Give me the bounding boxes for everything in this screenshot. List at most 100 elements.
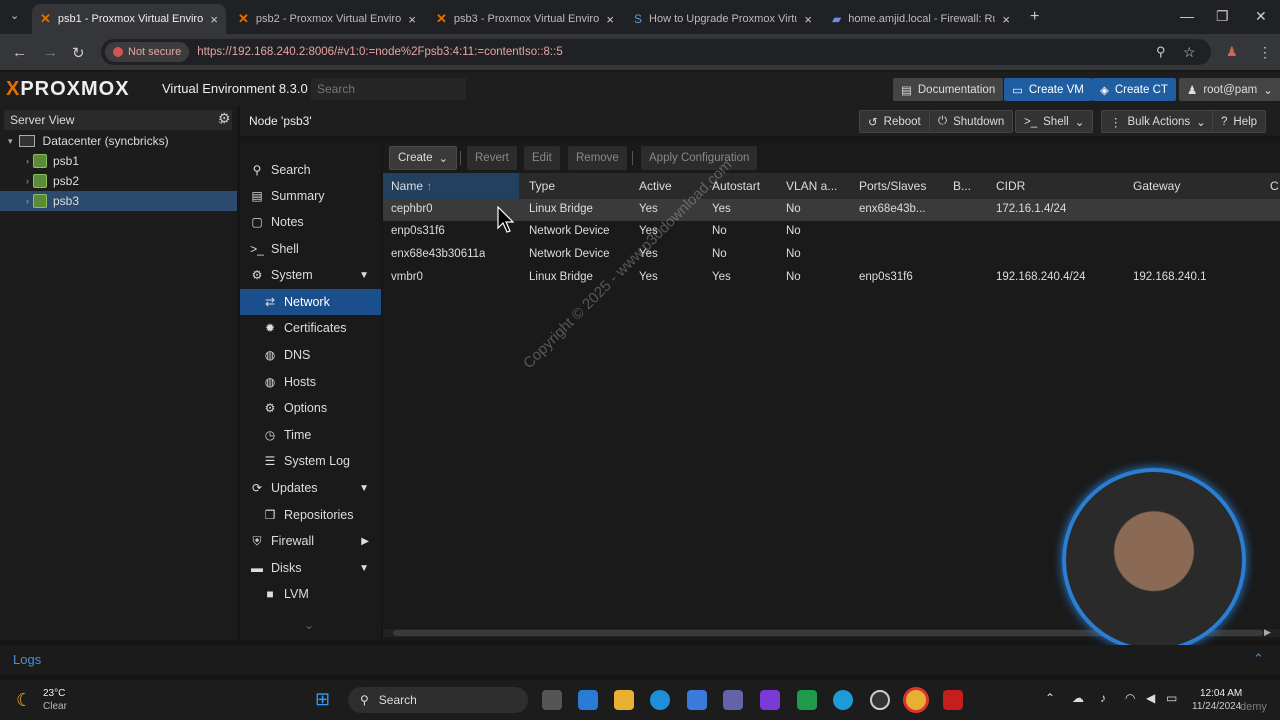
table-row[interactable]: enp0s31f6 Network Device Yes No No [383, 221, 1280, 243]
shell-button[interactable]: >_ Shell ⌄ [1015, 110, 1094, 133]
extension-icon[interactable]: ♟ [1226, 44, 1238, 60]
tree-node-psb1[interactable]: › psb1 [0, 151, 237, 171]
column-active[interactable]: Active [639, 179, 672, 193]
column-name[interactable]: Name ↑ [391, 179, 432, 193]
revert-button[interactable]: Revert [467, 146, 517, 170]
logs-panel[interactable]: Logs ⌃ [0, 645, 1280, 675]
reload-icon[interactable]: ↻ [72, 44, 85, 62]
server-view-select[interactable]: Server View ⌄ [4, 110, 232, 130]
store-icon[interactable] [687, 690, 707, 710]
column-vlan-aware[interactable]: VLAN a... [786, 179, 837, 193]
app-icon[interactable] [760, 690, 780, 710]
close-tab-icon[interactable]: × [606, 12, 614, 27]
acrobat-icon[interactable] [943, 690, 963, 710]
onedrive-icon[interactable]: ☁ [1072, 691, 1084, 705]
scroll-down-icon[interactable]: ⌄ [304, 618, 314, 632]
tray-chevron-icon[interactable]: ⌃ [1045, 691, 1055, 705]
edit-button[interactable]: Edit [524, 146, 560, 170]
browser-menu-icon[interactable]: ⋮ [1258, 44, 1272, 61]
scroll-right-icon[interactable]: ▶ [1264, 627, 1271, 638]
create-button[interactable]: Create ⌄ [389, 146, 458, 170]
browser-tab-2[interactable]: ✕ psb2 - Proxmox Virtual Environ × [230, 4, 424, 34]
browser-tab-4[interactable]: S How to Upgrade Proxmox Virtu × [626, 4, 820, 34]
expand-icon[interactable]: › [26, 196, 29, 206]
menu-item-network[interactable]: ⇄ Network [240, 289, 381, 315]
menu-item-hosts[interactable]: ◍ Hosts [240, 369, 381, 395]
not-secure-badge[interactable]: Not secure [105, 42, 190, 62]
copilot-icon[interactable] [578, 690, 598, 710]
close-tab-icon[interactable]: × [210, 12, 218, 27]
microphone-icon[interactable]: ♪ [1100, 691, 1106, 705]
column-gateway[interactable]: Gateway [1133, 179, 1180, 193]
menu-item-notes[interactable]: ▢ Notes [240, 209, 381, 235]
task-view-icon[interactable] [542, 690, 562, 710]
menu-item-system-log[interactable]: ☰ System Log [240, 448, 381, 474]
bulk-actions-button[interactable]: ⋮ Bulk Actions ⌄ [1101, 110, 1215, 133]
close-window-icon[interactable]: ✕ [1255, 8, 1267, 25]
excel-icon[interactable] [797, 690, 817, 710]
chatgpt-icon[interactable] [870, 690, 890, 710]
menu-item-time[interactable]: ◷ Time [240, 422, 381, 448]
reboot-button[interactable]: ↺ Reboot [859, 110, 930, 133]
battery-icon[interactable]: ▭ [1166, 691, 1177, 705]
close-tab-icon[interactable]: × [408, 12, 416, 27]
create-vm-button[interactable]: ▭ Create VM [1004, 78, 1092, 101]
wifi-icon[interactable]: ◠ [1125, 691, 1135, 705]
column-bond-mode[interactable]: B... [953, 179, 971, 193]
documentation-button[interactable]: ▤ Documentation [893, 78, 1004, 101]
restore-icon[interactable]: ❐ [1216, 8, 1229, 25]
tree-node-psb3[interactable]: › psb3 [0, 191, 237, 211]
new-tab-icon[interactable]: + [1030, 8, 1039, 26]
url-box[interactable]: Not secure https://192.168.240.2:8006/#v… [101, 39, 1211, 65]
menu-item-updates[interactable]: ⟳ Updates ▼ [240, 475, 381, 501]
menu-item-repositories[interactable]: ❐ Repositories [240, 502, 381, 528]
gear-icon[interactable]: ⚙ [218, 110, 231, 127]
tab-list-icon[interactable]: ⌄ [10, 9, 19, 22]
caret-right-icon[interactable]: ▶ [361, 536, 369, 547]
menu-item-certificates[interactable]: ✹ Certificates [240, 315, 381, 341]
chrome-icon[interactable] [906, 690, 926, 710]
tree-datacenter[interactable]: ▾ Datacenter (syncbricks) [0, 131, 237, 151]
remove-button[interactable]: Remove [568, 146, 627, 170]
shutdown-button[interactable]: ⏻ Shutdown [929, 110, 1014, 133]
caret-down-icon[interactable]: ▼ [359, 270, 369, 281]
column-type[interactable]: Type [529, 179, 555, 193]
menu-item-firewall[interactable]: ⛨ Firewall ▶ [240, 528, 381, 554]
expand-icon[interactable]: › [26, 156, 29, 166]
url-text[interactable]: https://192.168.240.2:8006/#v1:0:=node%2… [197, 46, 563, 58]
caret-down-icon[interactable]: ▼ [359, 483, 369, 494]
apply-configuration-button[interactable]: Apply Configuration [641, 146, 758, 170]
column-comment[interactable]: C [1270, 179, 1279, 193]
bookmark-star-icon[interactable]: ☆ [1183, 44, 1196, 61]
menu-item-search[interactable]: ⚲ Search [240, 157, 381, 183]
menu-item-shell[interactable]: >_ Shell [240, 236, 381, 262]
minimize-icon[interactable]: — [1180, 8, 1194, 24]
table-row[interactable]: cephbr0 Linux Bridge Yes Yes No enx68e43… [383, 199, 1280, 221]
search-input[interactable]: Search [311, 78, 466, 100]
zoom-icon[interactable]: ⚲ [1156, 44, 1166, 60]
menu-item-system[interactable]: ⚙ System ▼ [240, 262, 381, 288]
create-ct-button[interactable]: ◈ Create CT [1092, 78, 1176, 101]
close-tab-icon[interactable]: × [804, 12, 812, 27]
menu-item-lvm[interactable]: ■ LVM [240, 581, 381, 607]
volume-icon[interactable]: ◀ [1146, 691, 1155, 705]
browser-tab-1[interactable]: ✕ psb1 - Proxmox Virtual Environ × [32, 4, 226, 34]
back-icon[interactable]: ← [12, 44, 27, 61]
windows-start-icon[interactable]: ⊞ [315, 689, 330, 710]
forward-icon[interactable]: → [43, 44, 58, 61]
table-row[interactable]: vmbr0 Linux Bridge Yes Yes No enp0s31f6 … [383, 267, 1280, 289]
clock-date[interactable]: 11/24/2024 [1192, 701, 1241, 712]
user-menu-button[interactable]: ♟ root@pam ⌄ [1179, 78, 1280, 101]
menu-item-dns[interactable]: ◍ DNS [240, 342, 381, 368]
menu-item-options[interactable]: ⚙ Options [240, 395, 381, 421]
column-ports-slaves[interactable]: Ports/Slaves [859, 179, 926, 193]
edge-icon[interactable] [650, 690, 670, 710]
close-tab-icon[interactable]: × [1002, 12, 1010, 27]
taskbar-search[interactable]: ⚲ Search [348, 687, 528, 713]
cortana-icon[interactable] [833, 690, 853, 710]
caret-down-icon[interactable]: ▼ [359, 563, 369, 574]
teams-icon[interactable] [723, 690, 743, 710]
menu-item-summary[interactable]: ▤ Summary [240, 183, 381, 209]
clock-time[interactable]: 12:04 AM [1200, 688, 1242, 699]
table-row[interactable]: enx68e43b30611a Network Device Yes No No [383, 244, 1280, 266]
